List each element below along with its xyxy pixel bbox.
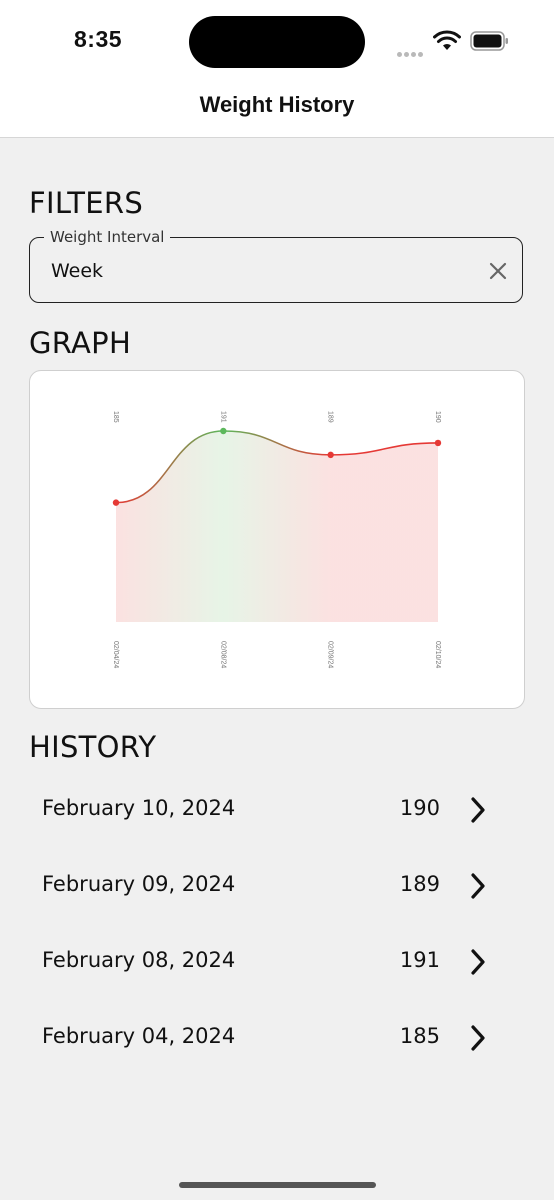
- chart-value-label: 190: [434, 411, 441, 423]
- chart-tick-label: 02/10/24: [434, 641, 441, 668]
- dynamic-island: [189, 16, 365, 68]
- battery-icon: [470, 31, 508, 51]
- chart-tick-label: 02/08/24: [219, 641, 226, 668]
- weight-chart-card: 185 02/04/24 191 02/08/24 189 02/09/24 190 02/1…: [29, 370, 525, 709]
- chart-tick-label: 02/09/24: [327, 641, 334, 668]
- history-weight: 191: [399, 948, 440, 972]
- clear-icon[interactable]: [486, 259, 510, 283]
- weight-chart: 185 02/04/24 191 02/08/24 189 02/09/24 190 02/1…: [112, 411, 442, 668]
- history-date: February 10, 2024: [42, 796, 236, 820]
- chevron-right-icon: [471, 949, 485, 975]
- chart-point: [434, 439, 442, 447]
- chart-tick-label: 02/04/24: [112, 641, 119, 668]
- history-row[interactable]: February 10, 2024 190: [29, 780, 525, 840]
- history-date: February 08, 2024: [42, 948, 236, 972]
- home-indicator: [179, 1182, 376, 1188]
- history-weight: 189: [399, 872, 440, 896]
- history-date: February 09, 2024: [42, 872, 236, 896]
- chart-value-label: 191: [219, 411, 226, 423]
- graph-heading: GRAPH: [29, 326, 132, 360]
- chart-point: [112, 499, 120, 506]
- chart-value-label: 185: [112, 411, 119, 423]
- weight-interval-field[interactable]: Weight Interval Week: [29, 228, 523, 303]
- filters-heading: FILTERS: [29, 186, 144, 220]
- history-row[interactable]: February 08, 2024 191: [29, 932, 525, 992]
- chart-point: [220, 427, 227, 435]
- history-weight: 190: [399, 796, 440, 820]
- weight-interval-label: Weight Interval: [44, 228, 171, 246]
- chevron-right-icon: [471, 797, 485, 823]
- cellular-signal-icon: [397, 44, 425, 62]
- status-time: 8:35: [74, 26, 123, 52]
- top-bar: 8:35 Weight History: [0, 0, 554, 138]
- chart-point: [327, 451, 334, 459]
- chart-value-label: 189: [327, 411, 334, 423]
- page-title: Weight History: [199, 92, 355, 117]
- history-row[interactable]: February 09, 2024 189: [29, 856, 525, 916]
- weight-interval-value: Week: [51, 260, 104, 282]
- history-row[interactable]: February 04, 2024 185: [29, 1008, 525, 1068]
- chevron-right-icon: [471, 1025, 485, 1051]
- history-weight: 185: [399, 1024, 440, 1048]
- wifi-icon: [433, 30, 461, 50]
- history-heading: HISTORY: [29, 730, 157, 764]
- history-date: February 04, 2024: [42, 1024, 236, 1048]
- chevron-right-icon: [471, 873, 485, 899]
- chart-area-fill: [116, 431, 438, 622]
